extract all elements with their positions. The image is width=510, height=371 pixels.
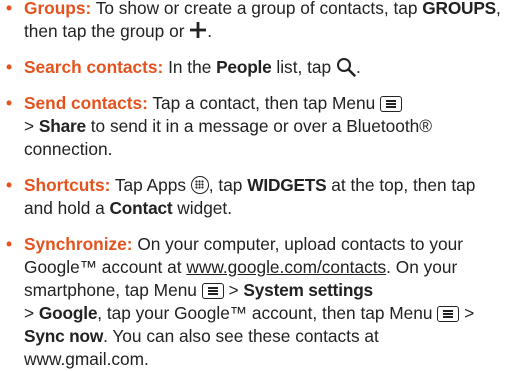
menu-icon xyxy=(380,96,403,112)
tip-text: In the xyxy=(163,57,217,77)
tip-synchronize: • Synchronize: On your computer, upload … xyxy=(0,233,504,371)
tip-text: widget. xyxy=(172,198,233,218)
apps-icon xyxy=(190,176,209,194)
tip-text: To show or create a group of contacts, t… xyxy=(91,0,423,18)
keyword: Share xyxy=(38,116,86,136)
keyword: Sync now xyxy=(24,326,104,346)
bullet: • xyxy=(6,0,13,18)
tip-send-contacts: • Send contacts: Tap a contact, then tap… xyxy=(0,92,504,161)
menu-icon xyxy=(437,306,460,322)
keyword: Google xyxy=(38,303,98,323)
tip-search-contacts: • Search contacts: In the People list, t… xyxy=(0,56,504,79)
tips-list: • Groups: To show or create a group of c… xyxy=(0,0,510,371)
tip-text: , tap your Google™ account, then tap Men… xyxy=(97,303,438,323)
tip-text: , tap xyxy=(208,175,248,195)
keyword: WIDGETS xyxy=(247,175,327,195)
tip-text: > xyxy=(223,280,244,300)
tip-title: Send contacts: xyxy=(24,93,148,113)
tip-text: > xyxy=(24,303,39,323)
bullet: • xyxy=(6,57,13,77)
search-icon xyxy=(336,57,356,77)
tip-title: Shortcuts: xyxy=(24,175,111,195)
tip-groups: • Groups: To show or create a group of c… xyxy=(0,0,504,43)
tip-text: Tap Apps xyxy=(110,175,191,195)
bullet: • xyxy=(6,175,13,195)
tip-shortcuts: • Shortcuts: Tap Apps , tap WIDGETS at t… xyxy=(0,174,504,220)
keyword: System settings xyxy=(243,280,373,300)
tip-text: . xyxy=(355,57,361,77)
tip-text: to send it in a message or over a Blueto… xyxy=(24,116,433,159)
tip-text: > xyxy=(24,116,39,136)
tip-title: Search contacts: xyxy=(24,57,164,77)
plus-icon xyxy=(189,21,207,39)
bullet: • xyxy=(6,234,13,254)
menu-icon xyxy=(201,283,224,299)
tip-title: Groups: xyxy=(24,0,92,18)
tip-text: . xyxy=(207,21,213,41)
tip-title: Synchronize: xyxy=(24,234,133,254)
keyword: People xyxy=(216,57,272,77)
tip-text: Tap a contact, then tap Menu xyxy=(147,93,381,113)
tip-text: > xyxy=(459,303,475,323)
keyword: Contact xyxy=(109,198,173,218)
keyword: GROUPS xyxy=(422,0,496,18)
google-contacts-link[interactable]: www.google.com/contacts xyxy=(186,257,386,277)
bullet: • xyxy=(6,93,13,113)
tip-text: list, tap xyxy=(271,57,336,77)
